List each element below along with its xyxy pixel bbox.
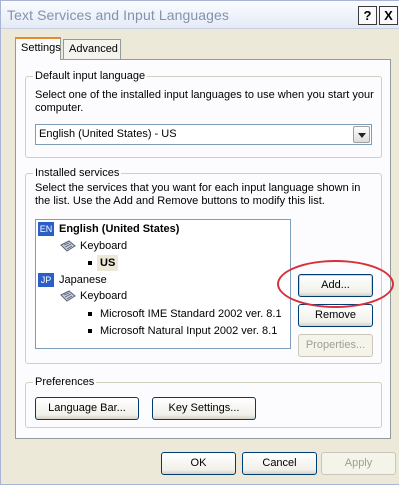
apply-button[interactable]: Apply [321, 452, 396, 475]
key-settings-button[interactable]: Key Settings... [152, 397, 256, 420]
installed-services-description: Select the services that you want for ea… [35, 182, 361, 207]
properties-button[interactable]: Properties... [298, 334, 373, 357]
window-edge [399, 0, 405, 485]
default-language-legend: Default input language [35, 70, 146, 82]
services-listbox[interactable]: EN English (United States) Keyboard US J… [35, 219, 291, 349]
bullet-icon [88, 312, 92, 316]
en-language-icon: EN [38, 222, 54, 236]
dialog-window: Text Services and Input Languages ? X Se… [0, 0, 405, 485]
annotation-ring [277, 260, 394, 308]
installed-services-legend: Installed services [35, 167, 120, 179]
default-language-dropdown[interactable]: English (United States) - US [35, 124, 372, 145]
jp-language-icon: JP [38, 273, 54, 287]
language-bar-button[interactable]: Language Bar... [35, 397, 139, 420]
help-button[interactable]: ? [358, 6, 377, 25]
language-japanese[interactable]: Japanese [59, 272, 107, 288]
service-natural-input[interactable]: Microsoft Natural Input 2002 ver. 8.1 [100, 323, 277, 339]
title-bar[interactable]: Text Services and Input Languages ? X [1, 1, 404, 29]
close-button[interactable]: X [379, 6, 398, 25]
language-english[interactable]: English (United States) [59, 221, 179, 237]
default-language-description: Select one of the installed input langua… [35, 89, 374, 114]
ok-button[interactable]: OK [161, 452, 236, 475]
keyboard-icon [60, 290, 76, 302]
tab-settings[interactable]: Settings [15, 37, 61, 60]
default-language-value: English (United States) - US [39, 128, 177, 140]
chevron-down-icon[interactable] [353, 126, 370, 143]
service-ime-standard[interactable]: Microsoft IME Standard 2002 ver. 8.1 [100, 306, 282, 322]
keyboard-icon [60, 240, 76, 252]
bullet-icon [88, 261, 92, 265]
cancel-button[interactable]: Cancel [242, 452, 317, 475]
tab-advanced[interactable]: Advanced [63, 39, 121, 59]
english-keyboard-label[interactable]: Keyboard [80, 238, 127, 254]
preferences-legend: Preferences [35, 376, 95, 388]
japanese-keyboard-label[interactable]: Keyboard [80, 288, 127, 304]
service-us-selected[interactable]: US [97, 255, 119, 271]
bullet-icon [88, 329, 92, 333]
window-title: Text Services and Input Languages [7, 7, 230, 23]
settings-panel: Default input language Select one of the… [15, 59, 391, 439]
